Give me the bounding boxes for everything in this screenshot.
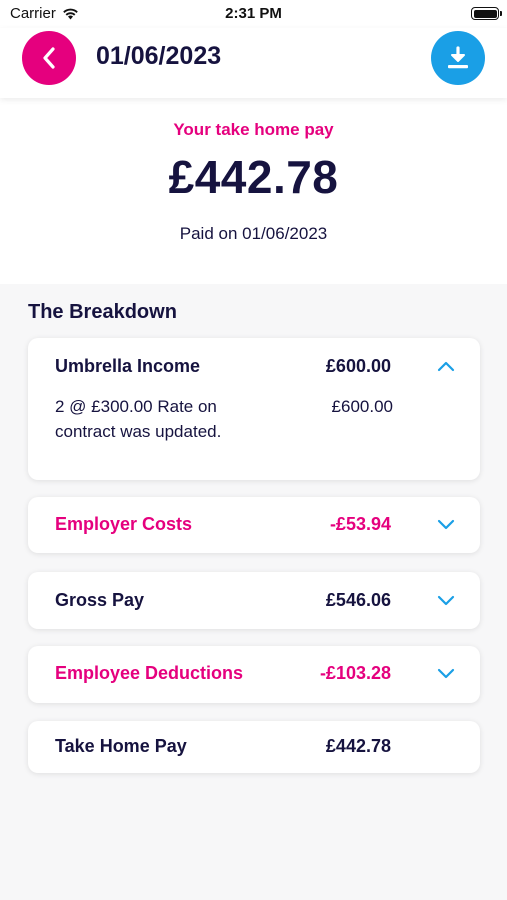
line-item-description: 2 @ £300.00 Rate on contract was updated… (55, 397, 222, 441)
breakdown-card-umbrella-income[interactable]: Umbrella Income £600.00 2 @ £300.00 Rate… (28, 338, 480, 480)
card-title: Gross Pay (55, 590, 145, 610)
take-home-label: Your take home pay (173, 120, 334, 139)
paid-on-date: Paid on 01/06/2023 (179, 224, 328, 243)
card-amount: £442.78 (325, 736, 391, 756)
card-amount: -£103.28 (319, 663, 391, 683)
breakdown-card-gross-pay[interactable]: Gross Pay £546.06 (28, 572, 480, 629)
status-bar: Carrier 2:31 PM (0, 0, 507, 28)
card-title: Take Home Pay (55, 736, 187, 756)
back-button[interactable] (22, 31, 76, 85)
card-amount: £546.06 (325, 590, 391, 610)
battery-icon (471, 7, 502, 20)
breakdown-card-take-home-pay: Take Home Pay £442.78 (28, 721, 480, 773)
breakdown-card-employee-deductions[interactable]: Employee Deductions -£103.28 (28, 646, 480, 703)
card-title: Umbrella Income (55, 356, 201, 376)
download-icon (448, 46, 468, 69)
breakdown-card-employer-costs[interactable]: Employer Costs -£53.94 (28, 497, 480, 553)
chevron-down-icon[interactable] (437, 595, 455, 607)
card-amount: £600.00 (325, 356, 391, 376)
chevron-up-icon[interactable] (437, 360, 455, 372)
chevron-left-icon (43, 47, 55, 69)
download-button[interactable] (431, 31, 485, 85)
card-amount: -£53.94 (329, 514, 391, 534)
chevron-down-icon[interactable] (437, 519, 455, 531)
breakdown-heading: The Breakdown (28, 301, 177, 323)
status-time: 2:31 PM (225, 5, 282, 22)
chevron-down-icon[interactable] (437, 668, 455, 680)
take-home-amount: £442.78 (168, 151, 339, 203)
page-title: 01/06/2023 (96, 42, 222, 70)
line-item-amount: £600.00 (331, 397, 393, 416)
take-home-summary: Your take home pay £442.78 Paid on 01/06… (0, 98, 507, 284)
top-app-bar: 01/06/2023 (0, 28, 507, 98)
card-title: Employer Costs (55, 514, 193, 534)
card-title: Employee Deductions (55, 663, 244, 683)
